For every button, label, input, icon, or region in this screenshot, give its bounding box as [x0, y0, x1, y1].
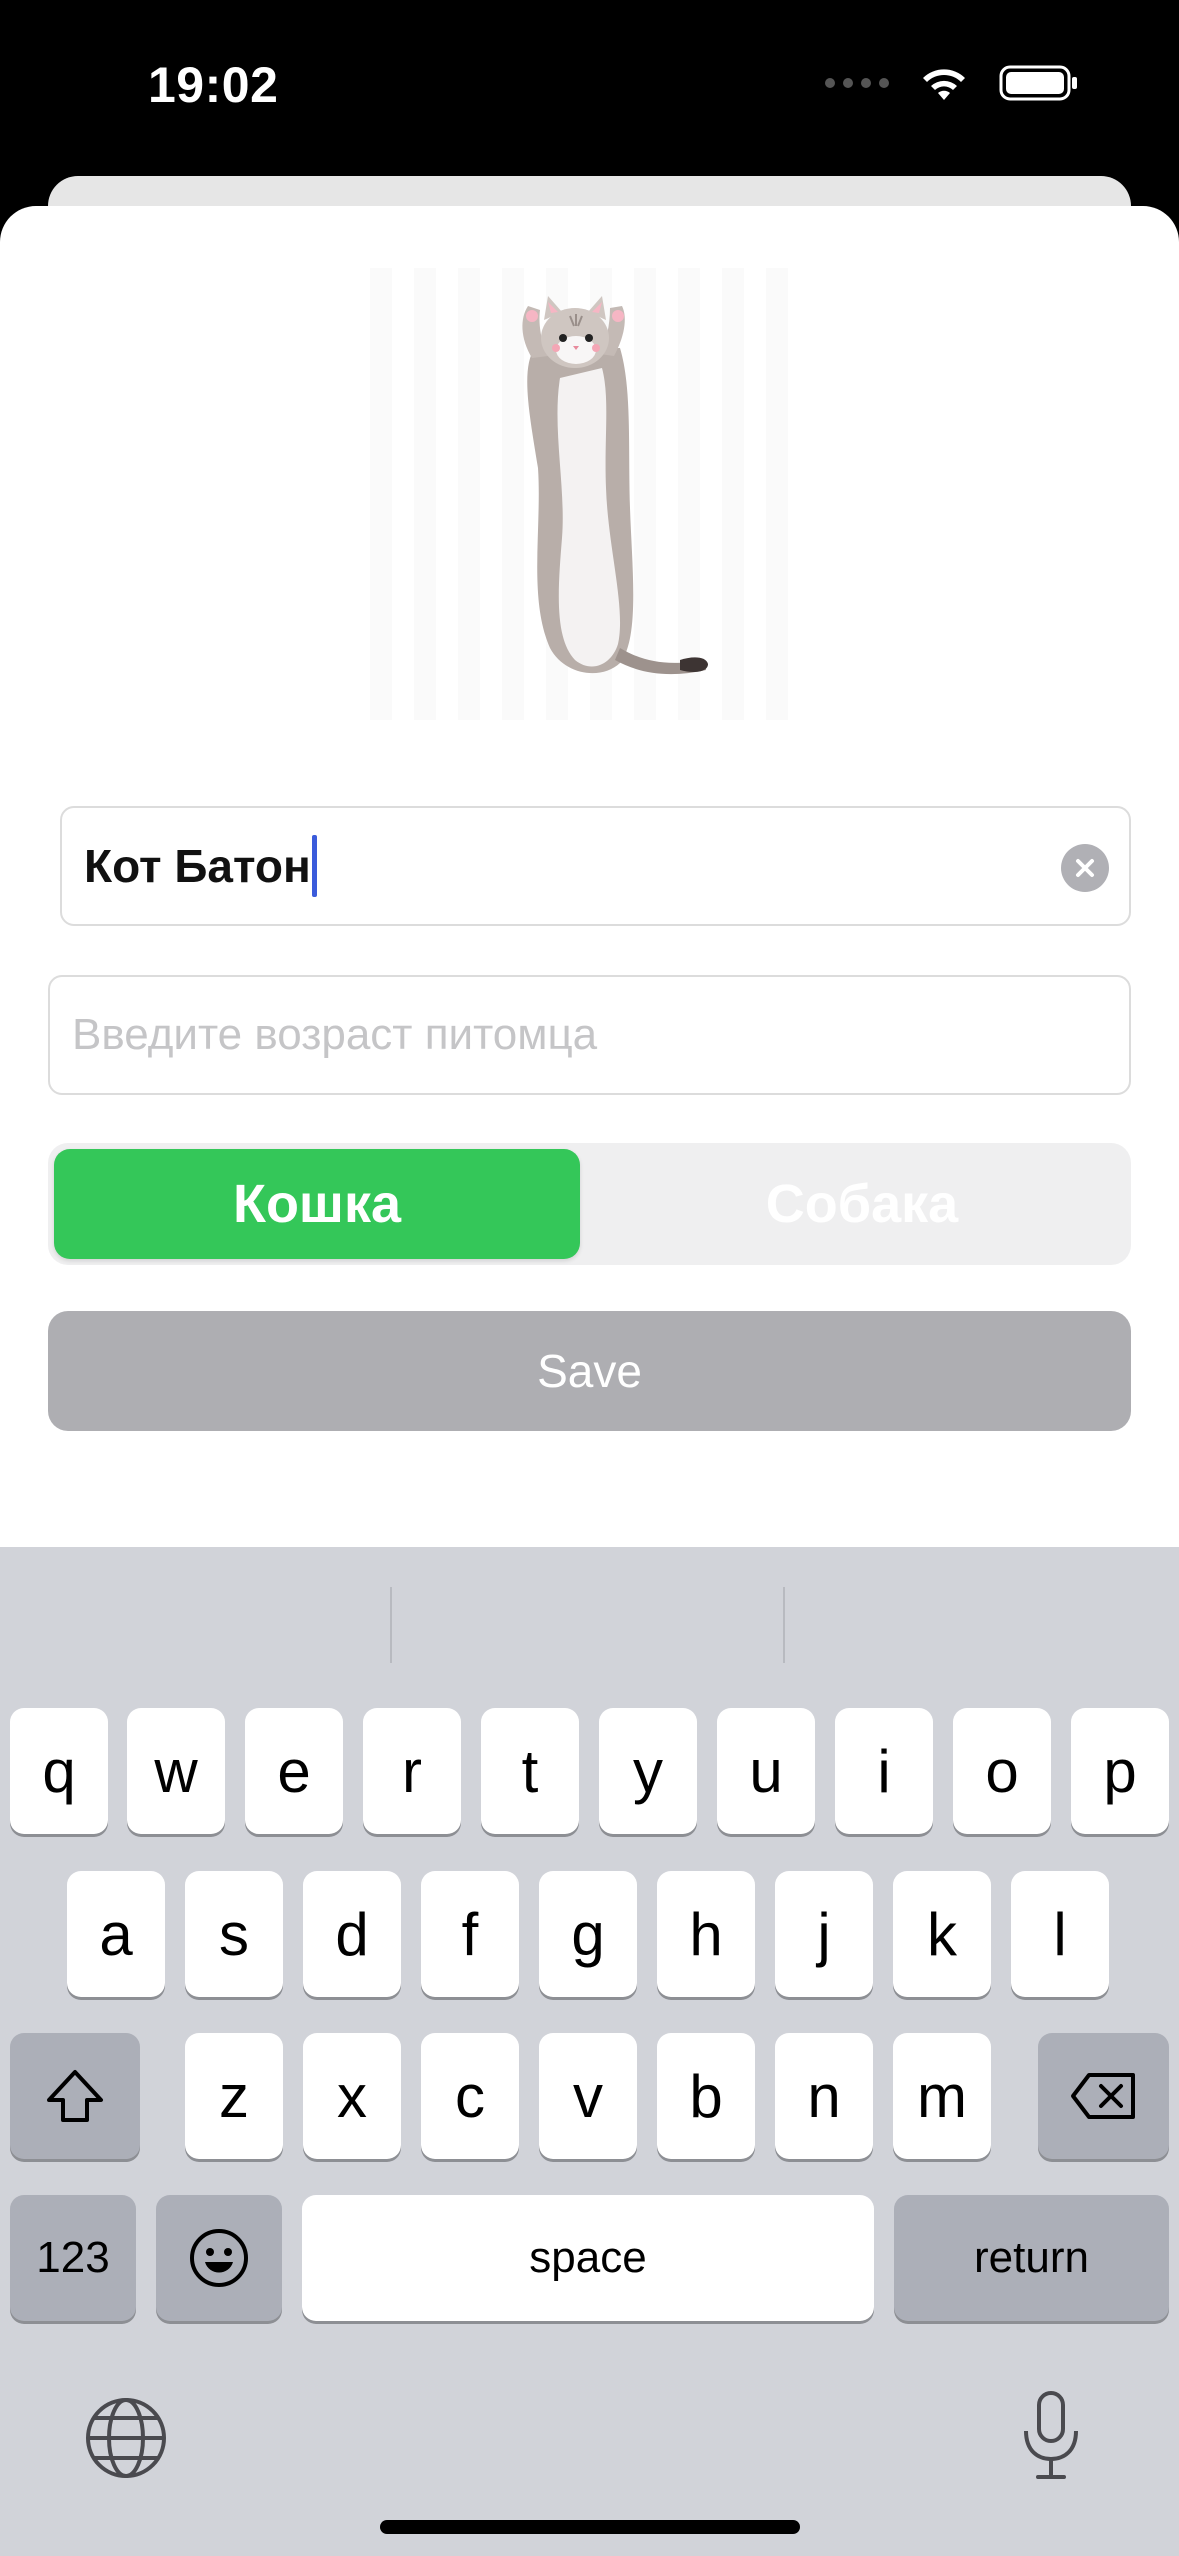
key-k[interactable]: k — [893, 1871, 991, 1997]
key-m[interactable]: m — [893, 2033, 991, 2159]
key-n[interactable]: n — [775, 2033, 873, 2159]
shift-key[interactable] — [10, 2033, 140, 2159]
keyboard: q w e r t y u i o p a s d f g h j k l z … — [0, 1547, 1179, 2556]
microphone-icon[interactable] — [1016, 2389, 1086, 2481]
home-indicator — [380, 2520, 800, 2534]
numbers-key[interactable]: 123 — [10, 2195, 136, 2321]
signal-dots-icon — [825, 78, 889, 88]
key-x[interactable]: x — [303, 2033, 401, 2159]
key-e[interactable]: e — [245, 1708, 343, 1834]
save-button[interactable]: Save — [48, 1311, 1131, 1431]
pet-age-field[interactable] — [48, 975, 1131, 1095]
globe-icon[interactable] — [84, 2396, 168, 2480]
text-caret — [311, 835, 317, 897]
key-f[interactable]: f — [421, 1871, 519, 1997]
key-r[interactable]: r — [363, 1708, 461, 1834]
backspace-icon — [1070, 2073, 1135, 2119]
key-w[interactable]: w — [127, 1708, 225, 1834]
key-i[interactable]: i — [835, 1708, 933, 1834]
key-l[interactable]: l — [1011, 1871, 1109, 1997]
status-icons — [825, 64, 1079, 102]
key-v[interactable]: v — [539, 2033, 637, 2159]
suggestion-divider — [783, 1587, 785, 1663]
screen: 19:02 Кот Батон Введите возраст питомца … — [0, 0, 1179, 2556]
key-y[interactable]: y — [599, 1708, 697, 1834]
key-a[interactable]: a — [67, 1871, 165, 1997]
delete-key[interactable] — [1038, 2033, 1169, 2159]
key-z[interactable]: z — [185, 2033, 283, 2159]
space-key[interactable]: space — [302, 2195, 874, 2321]
key-u[interactable]: u — [717, 1708, 815, 1834]
key-q[interactable]: q — [10, 1708, 108, 1834]
key-g[interactable]: g — [539, 1871, 637, 1997]
pet-age-input[interactable] — [72, 1010, 1129, 1060]
status-time: 19:02 — [148, 57, 279, 113]
key-p[interactable]: p — [1071, 1708, 1169, 1834]
shift-icon — [47, 2070, 103, 2122]
close-icon — [1076, 859, 1094, 877]
battery-icon — [999, 65, 1077, 101]
pet-photo[interactable] — [370, 268, 810, 720]
clear-text-button[interactable] — [1061, 844, 1109, 892]
key-b[interactable]: b — [657, 2033, 755, 2159]
key-o[interactable]: o — [953, 1708, 1051, 1834]
key-s[interactable]: s — [185, 1871, 283, 1997]
key-h[interactable]: h — [657, 1871, 755, 1997]
key-c[interactable]: c — [421, 2033, 519, 2159]
emoji-icon — [190, 2229, 248, 2287]
suggestion-divider — [390, 1587, 392, 1663]
pet-name-value[interactable]: Кот Батон — [84, 839, 311, 893]
cat-plush-image — [522, 296, 708, 675]
key-j[interactable]: j — [775, 1871, 873, 1997]
segment-cat[interactable]: Кошка — [54, 1149, 580, 1259]
wifi-icon — [923, 69, 965, 100]
emoji-key[interactable] — [156, 2195, 282, 2321]
segment-dog[interactable]: Собака — [599, 1149, 1125, 1259]
pet-type-segmented-control[interactable]: Кошка Собака — [48, 1143, 1131, 1265]
return-key[interactable]: return — [894, 2195, 1169, 2321]
pet-name-field[interactable]: Кот Батон — [60, 806, 1131, 926]
key-t[interactable]: t — [481, 1708, 579, 1834]
key-d[interactable]: d — [303, 1871, 401, 1997]
